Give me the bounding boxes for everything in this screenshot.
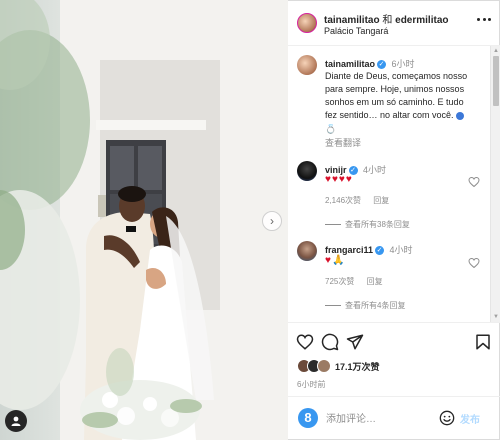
scroll-thumb[interactable] [493, 56, 499, 106]
comment-reply-button[interactable]: 回复 [367, 277, 383, 286]
view-replies-label: 查看所有4条回复 [345, 301, 406, 310]
comment-username[interactable]: frangarci11 [325, 245, 373, 255]
comment-time: 4小时 [389, 245, 413, 255]
post-comment-button[interactable]: 发布 [460, 411, 480, 426]
post-photo[interactable]: › [0, 0, 288, 440]
replies-divider [325, 224, 341, 225]
like-heart-icon[interactable] [296, 333, 314, 351]
verified-badge-icon: ✓ [377, 60, 387, 70]
tagged-users-button[interactable] [5, 410, 27, 432]
comment-meta: 2,146次赞 回复 [325, 195, 399, 206]
post-actions: 17.1万次赞 6小时前 [288, 322, 500, 396]
bookmark-icon[interactable] [474, 333, 492, 351]
caption-header: tainamilitao ✓ 6小时 [325, 57, 415, 70]
comment-avatar-frangarci11[interactable] [297, 241, 317, 261]
comment-likes-count[interactable]: 725次赞 [325, 277, 354, 286]
view-replies-label: 查看所有38条回复 [345, 220, 410, 229]
caption-author-avatar[interactable] [297, 55, 317, 75]
author-names: tainamilitao 和 edermilitao [324, 11, 449, 26]
praying-hands-icon: 🙏 [331, 255, 346, 266]
author-avatar[interactable] [297, 13, 317, 33]
caption-body: Diante de Deus, começamos nosso para sem… [325, 71, 468, 120]
current-user-avatar[interactable]: 8 [298, 408, 318, 428]
view-replies-button[interactable]: 查看所有38条回复 [325, 219, 410, 230]
comment-text: ♥♥♥♥ [325, 174, 353, 185]
post-header: tainamilitao 和 edermilitao Palácio Tanga… [288, 0, 500, 46]
paper-plane-icon[interactable] [346, 333, 364, 351]
caption-text: Diante de Deus, começamos nosso para sem… [325, 70, 475, 122]
comment-like-heart-icon[interactable] [468, 176, 480, 188]
blue-heart-icon [456, 111, 465, 120]
comment-icon[interactable] [321, 333, 339, 351]
comment-time: 4小时 [363, 165, 387, 175]
comment-text: ♥🙏 [325, 255, 345, 266]
comment-input[interactable] [326, 411, 436, 427]
view-replies-button[interactable]: 查看所有4条回复 [325, 300, 405, 311]
wedding-photo [0, 0, 288, 440]
caption-username[interactable]: tainamilitao [325, 59, 375, 69]
author-conjunction: 和 [382, 15, 393, 26]
comment-meta: 725次赞 回复 [325, 276, 393, 287]
comment-input-bar: 8 发布 [288, 396, 500, 440]
location-link[interactable]: Palácio Tangará [324, 26, 388, 36]
post-timestamp[interactable]: 6小时前 [297, 379, 325, 390]
liker-avatar [317, 359, 331, 373]
ring-emoji: 💍 [325, 124, 337, 134]
scroll-up-arrow-icon[interactable]: ▲ [493, 48, 499, 54]
user-tag-icon [11, 416, 21, 426]
comment-reply-button[interactable]: 回复 [373, 196, 389, 205]
author-username-1[interactable]: tainamilitao [324, 15, 380, 26]
comments-scrollbar[interactable]: ▲ ▼ [490, 46, 500, 322]
chevron-right-icon: › [270, 214, 274, 228]
comment-like-heart-icon[interactable] [468, 257, 480, 269]
comment-likes-count[interactable]: 2,146次赞 [325, 196, 361, 205]
next-photo-button[interactable]: › [262, 211, 282, 231]
verified-badge-icon: ✓ [375, 246, 385, 256]
see-translation-link[interactable]: 查看翻译 [325, 136, 361, 149]
comment-heart: ♥ [325, 255, 332, 266]
comments-panel: tainamilitao ✓ 6小时 Diante de Deus, começa… [288, 46, 500, 322]
author-username-2[interactable]: edermilitao [395, 15, 448, 26]
smiley-icon[interactable] [439, 410, 455, 426]
comment-avatar-vinijr[interactable] [297, 161, 317, 181]
scroll-down-arrow-icon[interactable]: ▼ [493, 314, 499, 320]
caption-time: 6小时 [391, 59, 415, 69]
likes-summary[interactable]: 17.1万次赞 [297, 359, 380, 373]
likes-count[interactable]: 17.1万次赞 [335, 360, 380, 373]
replies-divider [325, 305, 341, 306]
more-dots-icon[interactable] [477, 18, 491, 26]
